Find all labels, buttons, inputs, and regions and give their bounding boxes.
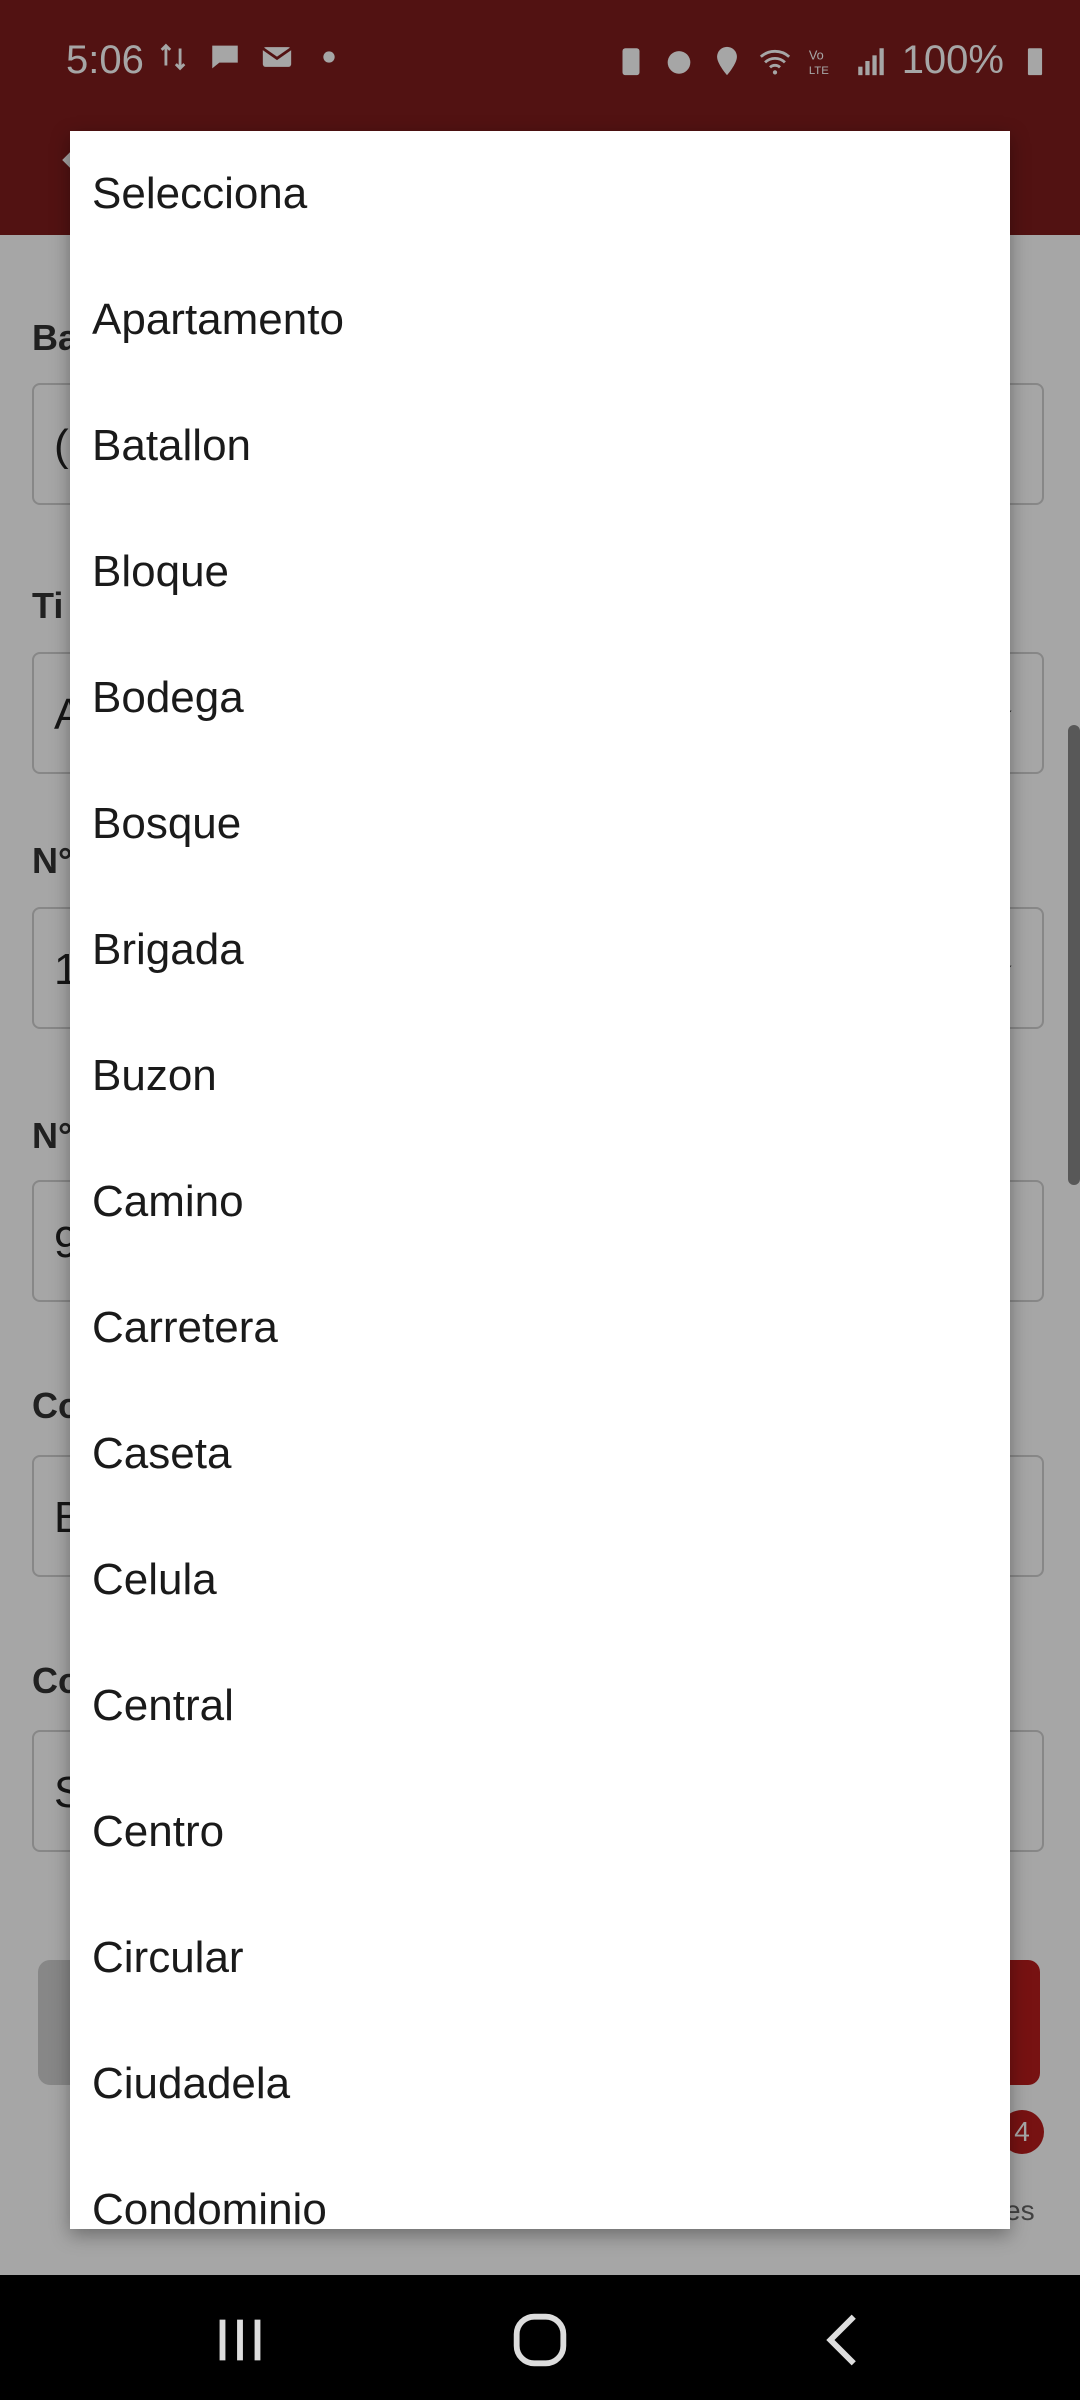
dropdown-option-bosque[interactable]: Bosque	[70, 761, 1010, 887]
dropdown-option-selecciona[interactable]: Selecciona	[70, 131, 1010, 257]
dropdown-option-apartamento[interactable]: Apartamento	[70, 257, 1010, 383]
dropdown-option-batallon[interactable]: Batallon	[70, 383, 1010, 509]
dropdown-option-bloque[interactable]: Bloque	[70, 509, 1010, 635]
dropdown-option-ciudadela[interactable]: Ciudadela	[70, 2021, 1010, 2147]
dropdown-option-camino[interactable]: Camino	[70, 1139, 1010, 1265]
dropdown-list: Selecciona Apartamento Batallon Bloque B…	[70, 131, 1010, 2229]
dropdown-option-caseta[interactable]: Caseta	[70, 1391, 1010, 1517]
dropdown-option-carretera[interactable]: Carretera	[70, 1265, 1010, 1391]
dropdown-option-condominio[interactable]: Condominio	[70, 2147, 1010, 2229]
dropdown-option-celula[interactable]: Celula	[70, 1517, 1010, 1643]
dropdown-option-central[interactable]: Central	[70, 1643, 1010, 1769]
dropdown-option-centro[interactable]: Centro	[70, 1769, 1010, 1895]
recent-apps-icon[interactable]	[205, 2305, 275, 2375]
dropdown-option-circular[interactable]: Circular	[70, 1895, 1010, 2021]
navigation-bar	[0, 2275, 1080, 2400]
dropdown-option-bodega[interactable]: Bodega	[70, 635, 1010, 761]
home-icon[interactable]	[505, 2305, 575, 2375]
back-icon[interactable]	[810, 2305, 880, 2375]
dropdown-option-brigada[interactable]: Brigada	[70, 887, 1010, 1013]
dropdown-option-buzon[interactable]: Buzon	[70, 1013, 1010, 1139]
